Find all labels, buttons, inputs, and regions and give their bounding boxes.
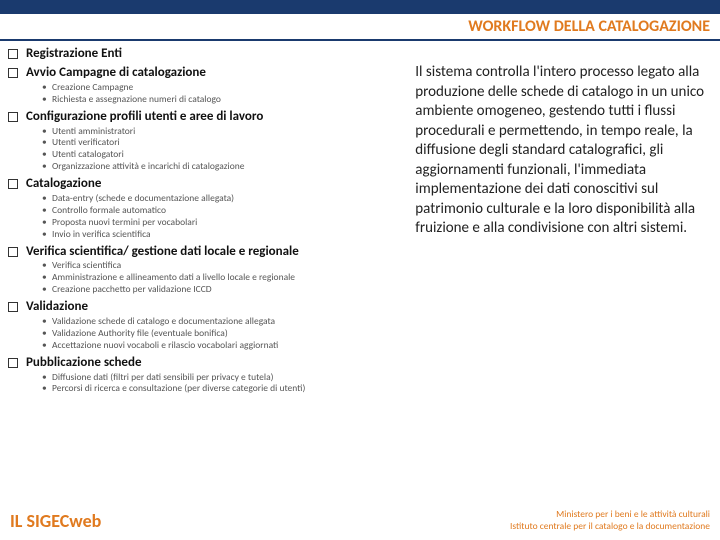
bullet-icon: •: [42, 94, 52, 106]
section-head: Configurazione profili utenti e aree di …: [8, 110, 399, 125]
section-head: Pubblicazione schede: [8, 356, 399, 371]
list-item: •Percorsi di ricerca e consultazione (pe…: [42, 383, 399, 395]
right-column: Il sistema controlla l'intero processo l…: [409, 47, 712, 501]
list-item: •Organizzazione attività e incarichi di …: [42, 161, 399, 173]
list-item: •Richiesta e assegnazione numeri di cata…: [42, 94, 399, 106]
top-stripe: [0, 0, 720, 14]
footer-right-line1: Ministero per i beni e le attività cultu…: [510, 509, 710, 520]
content-area: Registrazione Enti Avvio Campagne di cata…: [0, 41, 720, 503]
sub-list: •Diffusione dati (filtri per dati sensib…: [42, 372, 399, 396]
list-item-text: Controllo formale automatico: [52, 205, 166, 217]
section: Registrazione Enti: [8, 47, 399, 62]
section: Pubblicazione schede•Diffusione dati (fi…: [8, 356, 399, 396]
list-item-text: Organizzazione attività e incarichi di c…: [52, 161, 244, 173]
footer-right-line2: Istituto centrale per il catalogo e la d…: [510, 521, 710, 532]
section: Validazione•Validazione schede di catalo…: [8, 300, 399, 352]
sub-list: •Verifica scientifica•Amministrazione e …: [42, 260, 399, 296]
checkbox-icon: [8, 68, 18, 78]
slide: WORKFLOW DELLA CATALOGAZIONE Registrazio…: [0, 0, 720, 540]
list-item-text: Creazione Campagne: [52, 82, 133, 94]
bullet-icon: •: [42, 383, 52, 395]
section-title: Verifica scientifica/ gestione dati loca…: [26, 245, 299, 260]
section-head: Verifica scientifica/ gestione dati loca…: [8, 245, 399, 260]
footer-left: IL SIGECweb: [10, 510, 101, 532]
list-item: •Accettazione nuovi vocaboli e rilascio …: [42, 340, 399, 352]
section-head: Catalogazione: [8, 177, 399, 192]
section: Verifica scientifica/ gestione dati loca…: [8, 245, 399, 297]
sub-list: •Data-entry (schede e documentazione all…: [42, 193, 399, 241]
list-item: •Proposta nuovi termini per vocabolari: [42, 217, 399, 229]
list-item-text: Creazione pacchetto per validazione ICCD: [52, 284, 212, 296]
bullet-icon: •: [42, 340, 52, 352]
list-item-text: Validazione Authority file (eventuale bo…: [52, 328, 228, 340]
checkbox-icon: [8, 302, 18, 312]
bullet-icon: •: [42, 328, 52, 340]
list-item-text: Accettazione nuovi vocaboli e rilascio v…: [52, 340, 278, 352]
sub-list: •Validazione schede di catalogo e docume…: [42, 316, 399, 352]
list-item-text: Invio in verifica scientifica: [52, 229, 151, 241]
footer-right: Ministero per i beni e le attività cultu…: [510, 509, 710, 532]
checkbox-icon: [8, 49, 18, 59]
section-head: Validazione: [8, 300, 399, 315]
left-column: Registrazione Enti Avvio Campagne di cata…: [8, 47, 409, 501]
checkbox-icon: [8, 247, 18, 257]
section-title: Validazione: [26, 300, 88, 315]
section-title: Registrazione Enti: [26, 47, 122, 62]
section-head: Avvio Campagne di catalogazione: [8, 66, 399, 81]
bullet-icon: •: [42, 217, 52, 229]
checkbox-icon: [8, 179, 18, 189]
footer: IL SIGECweb Ministero per i beni e le at…: [0, 503, 720, 540]
bullet-icon: •: [42, 229, 52, 241]
list-item: •Creazione Campagne: [42, 82, 399, 94]
bullet-icon: •: [42, 284, 52, 296]
section: Configurazione profili utenti e aree di …: [8, 110, 399, 173]
bullet-icon: •: [42, 82, 52, 94]
section-title: Avvio Campagne di catalogazione: [26, 66, 206, 81]
section-title: Pubblicazione schede: [26, 356, 142, 371]
sub-list: •Creazione Campagne•Richiesta e assegnaz…: [42, 82, 399, 106]
list-item-text: Richiesta e assegnazione numeri di catal…: [52, 94, 221, 106]
list-item: •Controllo formale automatico: [42, 205, 399, 217]
section-head: Registrazione Enti: [8, 47, 399, 62]
list-item: •Validazione Authority file (eventuale b…: [42, 328, 399, 340]
list-item: •Creazione pacchetto per validazione ICC…: [42, 284, 399, 296]
page-title: WORKFLOW DELLA CATALOGAZIONE: [0, 14, 720, 41]
list-item: •Invio in verifica scientifica: [42, 229, 399, 241]
checkbox-icon: [8, 112, 18, 122]
section: Catalogazione•Data-entry (schede e docum…: [8, 177, 399, 240]
checkbox-icon: [8, 358, 18, 368]
section-title: Catalogazione: [26, 177, 101, 192]
section-title: Configurazione profili utenti e aree di …: [26, 110, 263, 125]
sub-list: •Utenti amministratori•Utenti verificato…: [42, 126, 399, 174]
bullet-icon: •: [42, 161, 52, 173]
list-item-text: Proposta nuovi termini per vocabolari: [52, 217, 197, 229]
bullet-icon: •: [42, 205, 52, 217]
section: Avvio Campagne di catalogazione•Creazion…: [8, 66, 399, 106]
list-item-text: Percorsi di ricerca e consultazione (per…: [52, 383, 305, 395]
